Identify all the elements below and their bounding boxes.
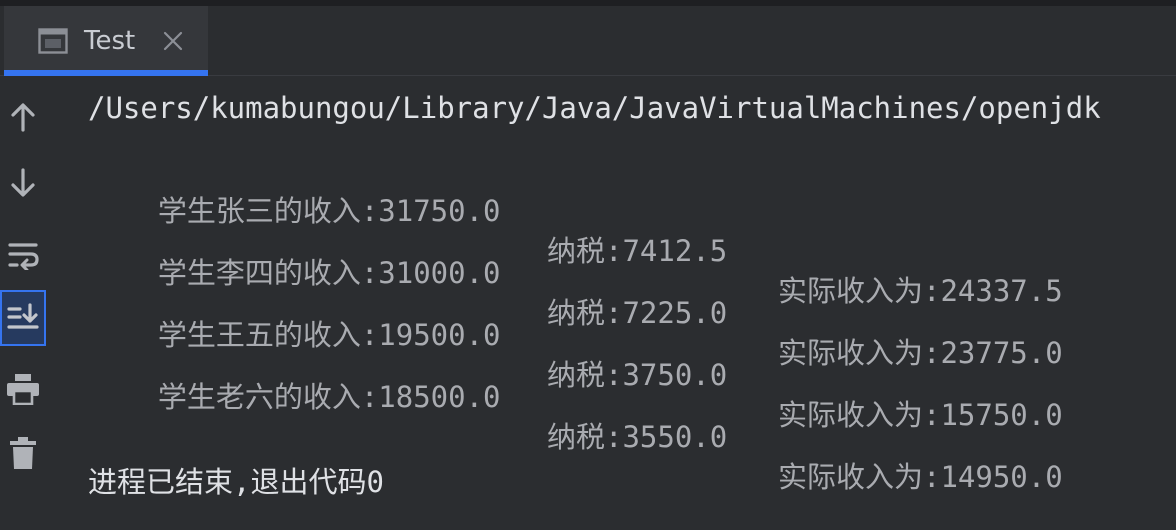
output-row: 学生张三的收入:31750.0 纳税:7412.5 实际收入为:24337.5: [88, 151, 1176, 308]
net-income-text: 实际收入为:14950.0: [778, 460, 1063, 494]
scroll-to-end-icon: [7, 303, 39, 333]
output-row: 学生王五的收入:19500.0 纳税:3750.0 实际收入为:15750.0: [88, 275, 1176, 432]
soft-wrap-icon: [7, 240, 39, 270]
down-arrow-button[interactable]: [0, 155, 46, 211]
soft-wrap-button[interactable]: [0, 227, 46, 283]
output-row: 学生老六的收入:18500.0 纳税:3550.0 实际收入为:14950.0: [88, 337, 1176, 494]
console-output[interactable]: /Users/kumabungou/Library/Java/JavaVirtu…: [88, 88, 1176, 518]
tool-window-tab-bar: Test: [0, 6, 1176, 76]
process-exit-message: 进程已结束,退出代码0: [88, 465, 384, 499]
tab-test[interactable]: Test: [4, 6, 208, 76]
down-arrow-icon: [9, 168, 37, 198]
print-button[interactable]: [0, 361, 46, 417]
up-arrow-button[interactable]: [0, 89, 46, 145]
income-text: 学生老六的收入:18500.0: [157, 380, 501, 414]
trash-icon: [9, 436, 37, 470]
active-tab-indicator: [4, 70, 208, 76]
tab-label: Test: [84, 26, 136, 56]
scroll-to-end-button[interactable]: [0, 290, 46, 346]
print-icon: [6, 373, 40, 405]
up-arrow-icon: [9, 102, 37, 132]
console-toolbar: [0, 77, 48, 530]
output-row: 学生李四的收入:31000.0 纳税:7225.0 实际收入为:23775.0: [88, 213, 1176, 370]
run-command-line: /Users/kumabungou/Library/Java/JavaVirtu…: [88, 91, 1101, 125]
clear-all-button[interactable]: [0, 425, 46, 481]
console-window-icon: [38, 28, 68, 54]
close-icon[interactable]: [162, 30, 184, 52]
net-income-text: 实际收入为:15750.0: [778, 398, 1063, 432]
tax-text: 纳税:3550.0: [547, 420, 728, 454]
